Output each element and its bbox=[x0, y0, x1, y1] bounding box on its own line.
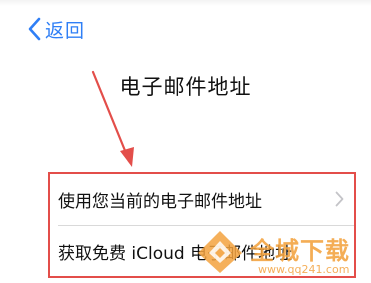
options-highlight-box: 使用您当前的电子邮件地址 获取免费 iCloud 电子邮件地址 bbox=[48, 172, 356, 278]
get-icloud-email-option[interactable]: 获取免费 iCloud 电子邮件地址 bbox=[50, 226, 354, 277]
back-button[interactable]: 返回 bbox=[28, 14, 85, 44]
chevron-left-icon bbox=[28, 17, 41, 41]
chevron-right-icon bbox=[335, 191, 344, 211]
option-label: 使用您当前的电子邮件地址 bbox=[58, 192, 262, 212]
page-title: 电子邮件地址 bbox=[119, 75, 252, 99]
back-label: 返回 bbox=[45, 19, 86, 42]
status-bar-fade bbox=[0, 0, 371, 6]
use-current-email-option[interactable]: 使用您当前的电子邮件地址 bbox=[50, 174, 354, 226]
option-label: 获取免费 iCloud 电子邮件地址 bbox=[58, 244, 293, 264]
